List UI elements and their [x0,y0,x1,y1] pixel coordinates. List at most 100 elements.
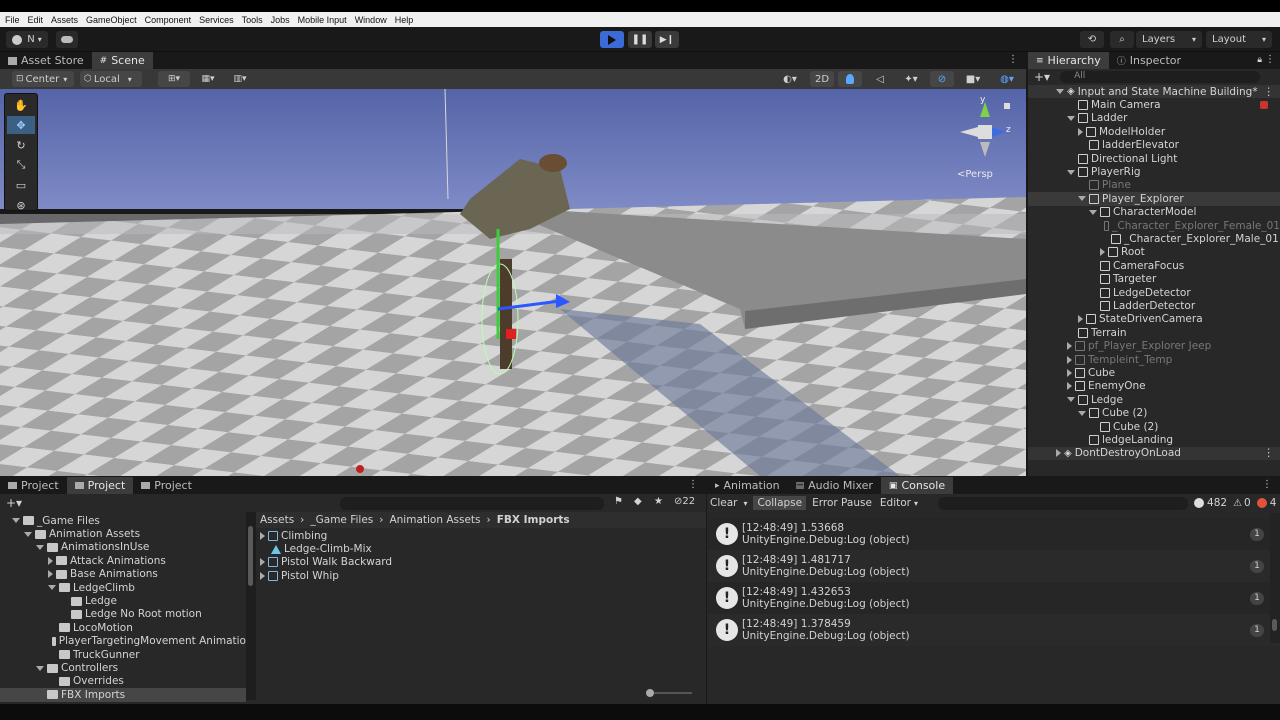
search-field[interactable]: All [1060,71,1261,83]
play-button[interactable] [600,31,624,48]
menu-edit[interactable]: Edit [25,15,49,25]
project-folder[interactable]: LedgeClimb [0,581,246,594]
tab-project-2[interactable]: Project [66,477,134,494]
layers-dropdown[interactable]: Layers ▾ [1136,31,1202,48]
collapsed-arrow-icon[interactable] [1078,315,1083,324]
collapsed-arrow-icon[interactable] [1078,127,1083,136]
menu-jobs[interactable]: Jobs [268,15,295,25]
hierarchy-item[interactable]: Ladder [1028,112,1280,125]
layout-dropdown[interactable]: Layout ▾ [1206,31,1272,48]
rect-tool-icon[interactable]: ▭ [7,176,35,194]
history-button[interactable]: ⟲ [1080,31,1104,48]
cloud-button[interactable] [56,31,78,48]
scene-tab-menu-icon[interactable]: ⋮ [1008,54,1018,65]
asset-item[interactable]: Pistol Walk Backward [256,556,706,569]
add-icon[interactable]: +▾ [1034,70,1050,84]
gizmos-dropdown[interactable]: ◍▾ [992,71,1022,87]
menu-services[interactable]: Services [196,15,239,25]
collapsed-arrow-icon[interactable] [1067,342,1072,351]
draw-mode-button[interactable]: ◐▾ [776,71,804,87]
tab-inspector[interactable]: ⓘ Inspector [1109,52,1189,69]
collapsed-arrow-icon[interactable] [260,531,265,540]
project-search-input[interactable] [340,497,604,510]
panel-menu-icon[interactable]: ⋮ [1265,54,1275,65]
2d-toggle[interactable]: 2D [810,71,834,87]
hierarchy-item[interactable]: CharacterModel [1028,206,1280,219]
asset-item[interactable]: Ledge-Climb-Mix [256,542,706,555]
breadcrumb-animation-assets[interactable]: Animation Assets [389,514,480,526]
console-scrollbar[interactable] [1270,513,1280,643]
project-folder[interactable]: Ledge No Root motion [0,608,246,621]
lock-icon[interactable] [1004,103,1010,109]
expanded-arrow-icon[interactable] [48,585,56,591]
hierarchy-item[interactable]: Cube (2) [1028,420,1280,433]
hierarchy-item[interactable]: _Character_Explorer_Male_01 [1028,232,1280,245]
hierarchy-item[interactable]: StateDrivenCamera [1028,313,1280,326]
console-log-entry[interactable]: ! [12:48:49] 1.53668 UnityEngine.Debug:Log… [708,518,1280,550]
step-button[interactable]: ▶❙ [655,31,679,48]
hierarchy-item[interactable]: ladderElevator [1028,139,1280,152]
scene-root[interactable]: ◈ Input and State Machine Building* ⋮ [1028,85,1280,99]
hierarchy-item[interactable]: CameraFocus [1028,259,1280,272]
error-count-toggle[interactable]: 4 [1256,497,1276,509]
account-dropdown[interactable]: N ▾ [6,31,48,48]
project-folder[interactable]: LocoMotion [0,621,246,634]
hierarchy-item[interactable]: Player_Explorer [1028,192,1280,206]
expanded-arrow-icon[interactable] [36,665,44,671]
expanded-arrow-icon[interactable] [24,531,32,537]
tab-asset-store[interactable]: Asset Store [0,52,92,69]
hierarchy-item[interactable]: Cube (2) [1028,407,1280,420]
hierarchy-item[interactable]: ModelHolder [1028,125,1280,138]
effects-dropdown[interactable]: ✦▾ [896,71,926,87]
project-folder[interactable]: _Game Files [0,514,246,527]
hierarchy-item[interactable]: Templeint_Temp [1028,353,1280,366]
breadcrumb-assets[interactable]: Assets [260,514,294,526]
create-icon[interactable]: +▾ [6,496,22,510]
hierarchy-item[interactable]: Ledge [1028,393,1280,406]
tab-console[interactable]: ▣ Console [880,477,954,494]
clear-button[interactable]: Clear [710,497,737,509]
tab-hierarchy[interactable]: ≡ Hierarchy [1028,52,1109,69]
label-icon[interactable]: ◆ [634,496,642,507]
project-folder[interactable]: PlayerTargetingMovement Animatio [0,635,246,648]
asset-item[interactable]: Climbing [256,529,706,542]
panel-lock-icon[interactable]: 🔒︎ [1257,55,1262,65]
scale-tool-icon[interactable]: ⤡ [7,156,35,174]
filter-icon[interactable]: ⚑ [614,496,623,507]
breadcrumb-game-files[interactable]: _Game Files [310,514,373,526]
panel-menu-icon[interactable]: ⋮ [1262,479,1272,490]
panel-menu-icon[interactable]: ⋮ [688,479,698,490]
menu-mobile-input[interactable]: Mobile Input [295,15,352,25]
expanded-arrow-icon[interactable] [36,544,44,550]
hierarchy-item[interactable]: PlayerRig [1028,165,1280,178]
console-search-input[interactable] [938,496,1189,510]
hierarchy-item[interactable]: Root [1028,246,1280,259]
console-log-entry[interactable]: ! [12:48:49] 1.481717 UnityEngine.Debug:Lo… [708,550,1280,582]
collapse-toggle[interactable]: Collapse [753,496,807,510]
project-folder[interactable]: Controllers [0,661,246,674]
pivot-dropdown[interactable]: ⊡ Center ▾ [12,71,74,87]
menu-help[interactable]: Help [392,15,419,25]
hidden-count-badge[interactable]: ⊘22 [674,496,695,507]
collapsed-arrow-icon[interactable] [48,570,53,579]
camera-dropdown[interactable]: ■▾ [958,71,988,87]
hierarchy-item[interactable]: Terrain [1028,326,1280,339]
grid-visibility-button[interactable]: ▦▾ [194,71,222,87]
project-folder[interactable]: Animation Assets [0,527,246,540]
menu-assets[interactable]: Assets [48,15,83,25]
expanded-arrow-icon[interactable] [1089,209,1097,215]
hierarchy-item[interactable]: _Character_Explorer_Female_01 [1028,219,1280,232]
hand-tool-icon[interactable]: ✋ [7,96,35,114]
expanded-arrow-icon[interactable] [1067,397,1075,403]
move-tool-icon[interactable]: ✥ [7,116,35,134]
hierarchy-item[interactable]: Targeter [1028,273,1280,286]
icon-size-slider[interactable] [646,689,692,697]
space-dropdown[interactable]: ⬡ Local ▾ [80,71,142,87]
project-folder[interactable]: Overrides [0,675,246,688]
project-folder[interactable]: Ledge [0,594,246,607]
collapsed-arrow-icon[interactable] [1067,355,1072,364]
menu-tools[interactable]: Tools [239,15,268,25]
asset-item[interactable]: Pistol Whip [256,569,706,582]
collapsed-arrow-icon[interactable] [1067,369,1072,378]
hierarchy-item[interactable]: Directional Light [1028,152,1280,165]
